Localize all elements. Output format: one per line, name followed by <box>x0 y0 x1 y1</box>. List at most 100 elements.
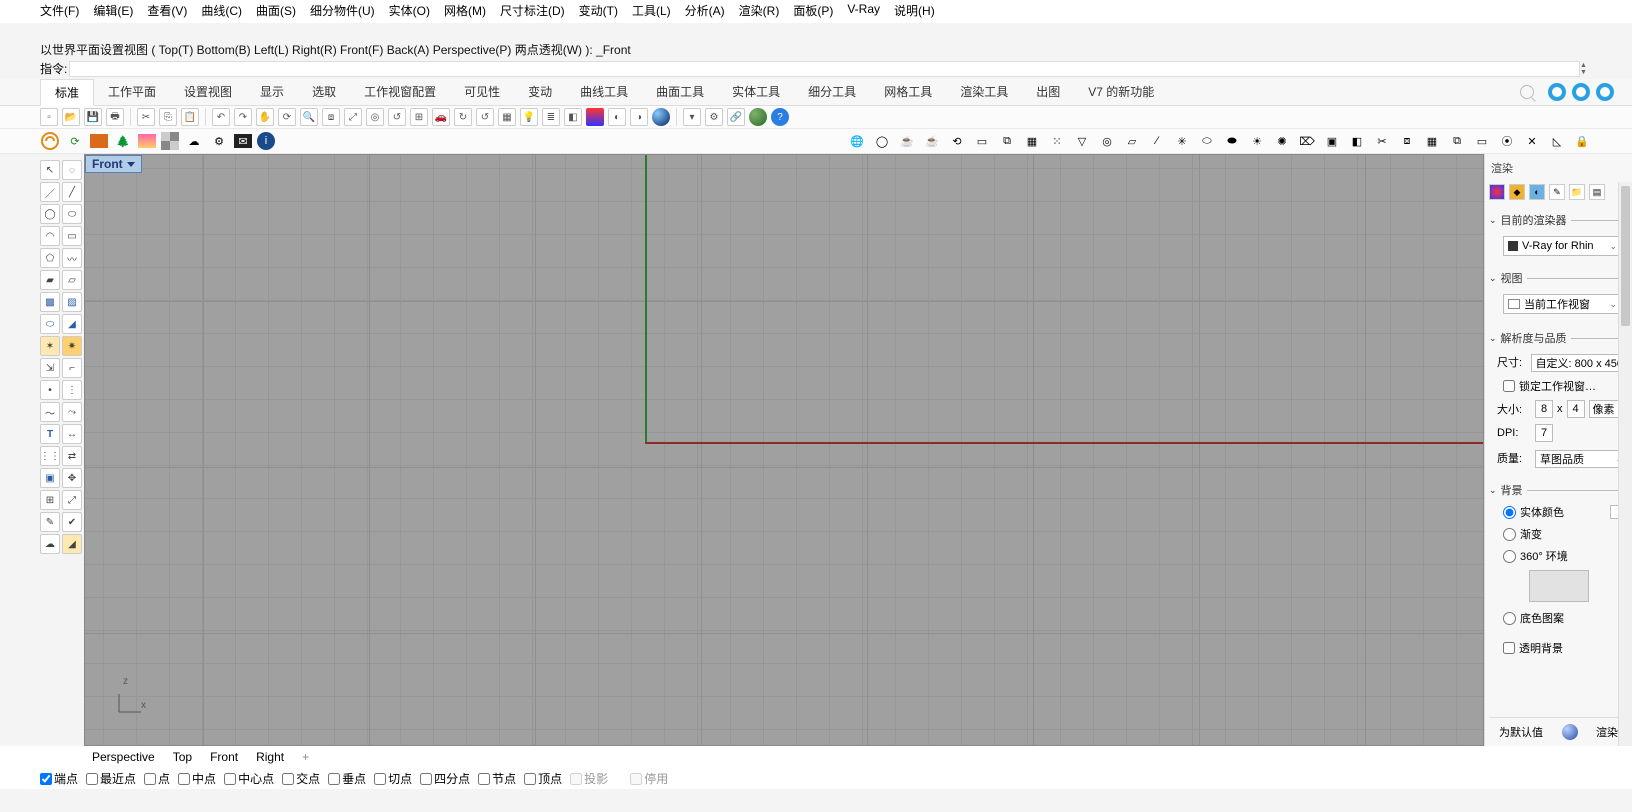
ribbon-tab-drafting[interactable]: 出图 <box>1022 79 1074 105</box>
section-view[interactable]: ⌄视图 <box>1489 270 1628 286</box>
viewport-dropdown-icon[interactable] <box>127 162 135 167</box>
ribbon-tab-visibility[interactable]: 可见性 <box>450 79 514 105</box>
curve-icon[interactable]: 〰 <box>62 248 82 268</box>
paste-icon[interactable]: 📋 <box>181 108 199 126</box>
cloud-obj-icon[interactable]: ☁ <box>40 534 60 554</box>
quality-combo[interactable]: 草图品质⌄ <box>1535 450 1628 468</box>
line-light-icon[interactable]: ∕ <box>1147 131 1167 151</box>
panel-tab-render-icon[interactable] <box>1489 184 1505 200</box>
lock-icon[interactable]: 🔒 <box>1572 131 1592 151</box>
surface-icon[interactable]: ▰ <box>40 270 60 290</box>
panel-tab-material-icon[interactable]: ◆ <box>1509 184 1525 200</box>
ribbon-tab-standard[interactable]: 标准 <box>40 79 94 106</box>
bg-gradient-radio[interactable]: 渐变 <box>1503 526 1628 542</box>
pen-icon[interactable]: ✎ <box>40 512 60 532</box>
rotate-view-icon[interactable]: ⟳ <box>278 108 296 126</box>
bg-360-radio[interactable]: 360° 环境 <box>1503 548 1628 564</box>
width-input[interactable] <box>1535 400 1553 418</box>
redo-icon[interactable]: ↷ <box>234 108 252 126</box>
shade-icon[interactable]: ◐ <box>608 108 626 126</box>
plane-icon[interactable]: ▭ <box>1472 131 1492 151</box>
menu-analyze[interactable]: 分析(A) <box>685 2 725 19</box>
view-tab-right[interactable]: Right <box>256 750 284 764</box>
size-combo[interactable]: 自定义: 800 x 450 <box>1531 354 1628 372</box>
props-icon[interactable]: ◧ <box>564 108 582 126</box>
ribbon-tab-render-tools[interactable]: 渲染工具 <box>946 79 1022 105</box>
vray-gear-3-icon[interactable] <box>1596 83 1614 101</box>
panel-tab-lib-icon[interactable]: 📁 <box>1569 184 1585 200</box>
gear-icon[interactable]: ⚙ <box>209 131 229 151</box>
vray-gear-1-icon[interactable] <box>1548 83 1566 101</box>
tangent-icon[interactable]: ～ <box>40 402 60 422</box>
view-tab-perspective[interactable]: Perspective <box>92 750 155 764</box>
plane3d-icon[interactable]: ▱ <box>62 270 82 290</box>
move-icon[interactable]: ✥ <box>62 468 82 488</box>
render-icon[interactable] <box>586 108 604 126</box>
menu-tools[interactable]: 工具(L) <box>632 2 671 19</box>
cube2-icon[interactable]: ◧ <box>1347 131 1367 151</box>
named-views-icon[interactable]: 🚗 <box>432 108 450 126</box>
arc-icon[interactable]: ◠ <box>40 226 60 246</box>
zoom-dynamic-icon[interactable]: 🔍 <box>300 108 318 126</box>
cplane-icon[interactable]: ▦ <box>498 108 516 126</box>
menu-mesh[interactable]: 网格(M) <box>444 2 486 19</box>
refresh-icon[interactable]: ⟳ <box>65 131 85 151</box>
grid-array-icon[interactable]: ⊞ <box>40 490 60 510</box>
cylinder-icon[interactable]: ⬭ <box>40 314 60 334</box>
zoom-window-icon[interactable]: ⧈ <box>322 108 340 126</box>
earth-icon[interactable] <box>749 108 767 126</box>
osnap-end[interactable]: 端点 <box>40 770 78 787</box>
save-icon[interactable]: 💾 <box>84 108 102 126</box>
undo-view-icon[interactable]: ↺ <box>388 108 406 126</box>
teapot-icon[interactable]: ☕ <box>897 131 917 151</box>
pointer-icon[interactable]: ↖ <box>40 160 60 180</box>
osnap-knot[interactable]: 节点 <box>478 770 516 787</box>
panel-tab-ground-icon[interactable]: ✎ <box>1549 184 1565 200</box>
compass-icon[interactable]: ✕ <box>1522 131 1542 151</box>
undo-icon[interactable]: ↶ <box>212 108 230 126</box>
lasso-icon[interactable]: ◌ <box>62 160 82 180</box>
bg-ground-radio[interactable]: 底色图案 <box>1503 610 1628 626</box>
print-icon[interactable]: 🖶 <box>106 108 124 126</box>
sphere-outline-icon[interactable]: ◯ <box>872 131 892 151</box>
panel-tab-env-icon[interactable]: ◐ <box>1529 184 1545 200</box>
menu-help[interactable]: 说明(H) <box>894 2 935 19</box>
ribbon-tab-cplane[interactable]: 工作平面 <box>94 79 170 105</box>
menu-edit[interactable]: 编辑(E) <box>93 2 133 19</box>
bg-transparent-check[interactable]: 透明背景 <box>1503 640 1628 656</box>
view-tab-top[interactable]: Top <box>173 750 192 764</box>
view-combo[interactable]: 当前工作视窗 ⌄ <box>1503 294 1622 314</box>
uv-icon[interactable]: ▦ <box>1022 131 1042 151</box>
section-renderer[interactable]: ⌄目前的渲染器 <box>1489 212 1628 228</box>
trim-icon[interactable]: ⌐ <box>62 358 82 378</box>
osnap-center[interactable]: 中心点 <box>224 770 274 787</box>
dome-icon[interactable]: ⬭ <box>1197 131 1217 151</box>
grid-dots-icon[interactable]: ⁙ <box>1047 131 1067 151</box>
menu-vray[interactable]: V-Ray <box>847 2 880 19</box>
array-icon[interactable]: ⋮⋮ <box>40 446 60 466</box>
ribbon-tab-surface-tools[interactable]: 曲面工具 <box>642 79 718 105</box>
explode-out-icon[interactable]: ✶ <box>40 336 60 356</box>
ribbon-tab-viewport-layout[interactable]: 工作视窗配置 <box>350 79 450 105</box>
osnap-perp[interactable]: 垂点 <box>328 770 366 787</box>
menu-subd[interactable]: 细分物件(U) <box>310 2 375 19</box>
ribbon-tab-select[interactable]: 选取 <box>298 79 350 105</box>
layers-icon[interactable]: ≣ <box>542 108 560 126</box>
text-icon[interactable]: T <box>40 424 60 444</box>
point-star-icon[interactable]: ✳ <box>1172 131 1192 151</box>
command-input[interactable] <box>69 61 1580 77</box>
new-icon[interactable]: ▫ <box>40 108 58 126</box>
copy-icon[interactable]: ⎘ <box>159 108 177 126</box>
pair-icon[interactable]: ⧉ <box>1447 131 1467 151</box>
view-tab-add[interactable]: + <box>302 750 309 764</box>
view-tab-front[interactable]: Front <box>210 750 238 764</box>
ring-light-icon[interactable]: ◎ <box>1097 131 1117 151</box>
monitor-icon[interactable] <box>90 134 108 148</box>
panel-tab-settings-icon[interactable]: ▤ <box>1589 184 1605 200</box>
solid-box-icon[interactable]: ▣ <box>40 468 60 488</box>
osnap-int[interactable]: 交点 <box>282 770 320 787</box>
ghosted-icon[interactable]: ◑ <box>630 108 648 126</box>
rotate-icon[interactable]: ⟲ <box>947 131 967 151</box>
menu-panel[interactable]: 面板(P) <box>793 2 833 19</box>
osnap-tan[interactable]: 切点 <box>374 770 412 787</box>
